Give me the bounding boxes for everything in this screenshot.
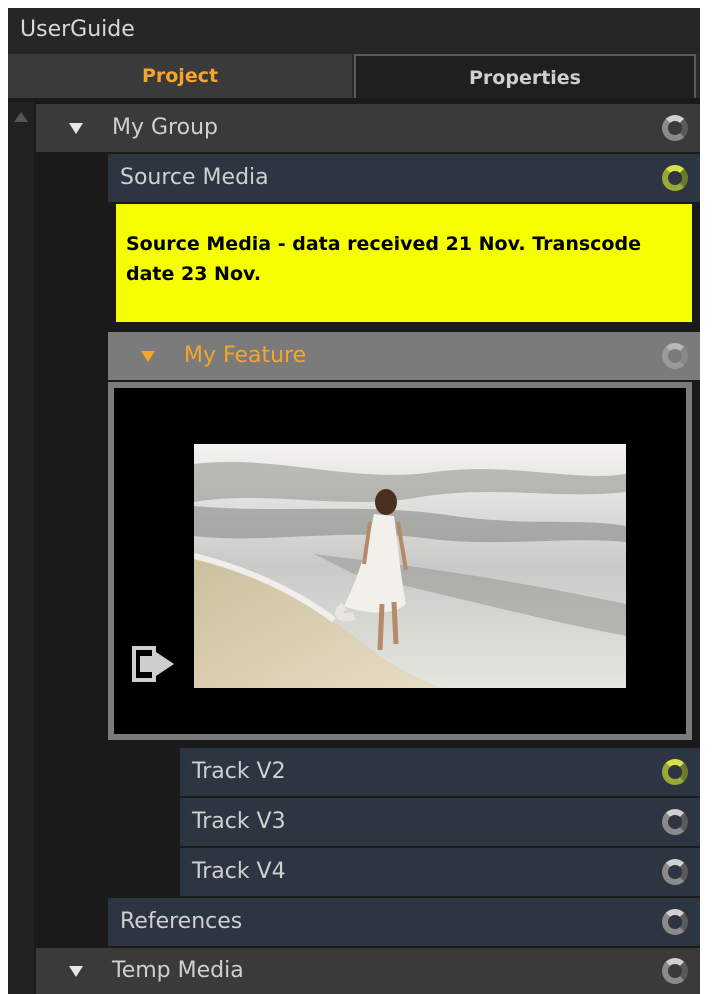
beach-image (194, 444, 626, 688)
sync-spinner-icon (662, 859, 688, 885)
tree-row-label: Track V3 (192, 809, 286, 834)
tree-row-track-v4[interactable]: Track V4 (180, 848, 700, 896)
sync-spinner-icon (662, 809, 688, 835)
user-guide-panel: UserGuide Project Properties My Group So… (8, 8, 700, 994)
triangle-down-icon[interactable] (69, 123, 83, 134)
tab-project[interactable]: Project (8, 54, 352, 98)
tree-row-label: References (120, 909, 243, 934)
tab-properties[interactable]: Properties (354, 54, 696, 98)
tree-row-track-v3[interactable]: Track V3 (180, 798, 700, 846)
vertical-scrollbar[interactable] (8, 102, 34, 994)
tree-row-label: Track V2 (192, 759, 286, 784)
tree-row-temp-media[interactable]: Temp Media (36, 948, 700, 994)
tree-row-my-feature[interactable]: My Feature (108, 332, 700, 380)
sync-spinner-icon (662, 115, 688, 141)
tree-row-label: My Group (112, 115, 218, 140)
feature-preview-frame (108, 382, 692, 740)
video-thumbnail[interactable] (194, 444, 626, 688)
sync-spinner-icon (662, 343, 688, 369)
tree-row-track-v2[interactable]: Track V2 (180, 748, 700, 796)
triangle-down-icon[interactable] (69, 966, 83, 977)
tree-row-my-group[interactable]: My Group (36, 104, 700, 152)
tab-bar: Project Properties (8, 54, 700, 98)
feature-preview (114, 388, 686, 734)
sync-spinner-icon (662, 958, 688, 984)
sync-spinner-icon (662, 759, 688, 785)
tree-row-source-media[interactable]: Source Media (108, 154, 700, 202)
scroll-up-arrow-icon[interactable] (14, 112, 28, 122)
triangle-down-icon[interactable] (141, 351, 155, 362)
tree-row-references[interactable]: References (108, 898, 700, 946)
window-title: UserGuide (8, 8, 700, 54)
tree-row-label: Temp Media (112, 958, 244, 983)
export-arrow-icon[interactable] (132, 644, 178, 684)
sync-spinner-icon (662, 909, 688, 935)
tree-row-label: Track V4 (192, 859, 286, 884)
tree-row-label: Source Media (120, 165, 269, 190)
tree-row-label: My Feature (184, 343, 307, 368)
sticky-note[interactable]: Source Media - data received 21 Nov. Tra… (116, 204, 692, 322)
sync-spinner-icon (662, 165, 688, 191)
